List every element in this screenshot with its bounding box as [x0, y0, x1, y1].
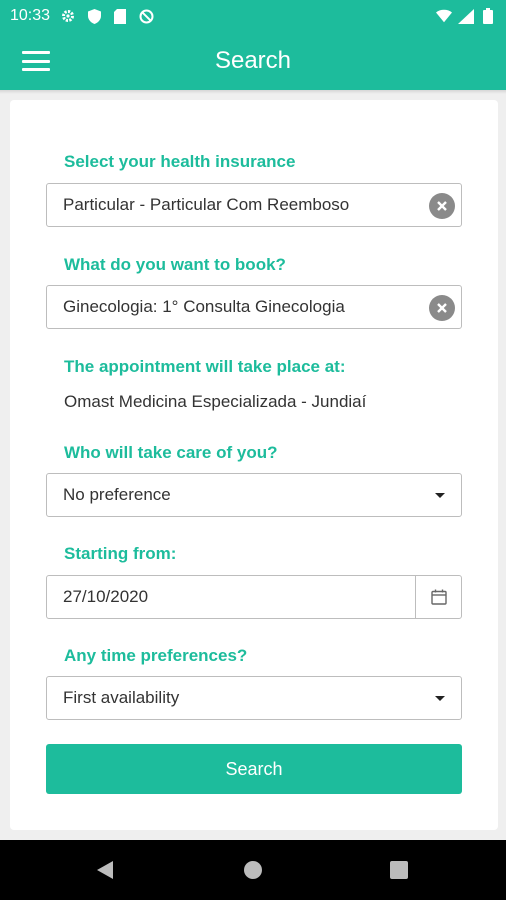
status-time: 10:33 [10, 7, 51, 24]
start-date-label: Starting from: [64, 544, 177, 563]
page-title: Search [214, 47, 292, 74]
start-date-value: 27/10/2020 [63, 587, 149, 606]
recent-apps-icon[interactable] [390, 861, 408, 879]
booking-value: Ginecologia: 1° Consulta Ginecologia [63, 297, 345, 316]
start-date-field[interactable]: 27/10/2020 [46, 575, 462, 619]
home-icon[interactable] [244, 861, 262, 879]
system-nav-bar [0, 840, 506, 900]
doctor-value: No preference [63, 485, 171, 504]
insurance-field[interactable]: Particular - Particular Com Reemboso [46, 183, 462, 227]
booking-label: What do you want to book? [64, 255, 286, 274]
status-bar: 10:33 [0, 0, 506, 32]
insurance-value: Particular - Particular Com Reemboso [63, 195, 350, 214]
app-bar-shadow [0, 90, 506, 94]
shield-icon [86, 8, 102, 24]
location-value: Omast Medicina Especializada - Jundiaí [64, 392, 367, 411]
battery-icon [480, 8, 496, 24]
time-preference-value: First availability [63, 688, 180, 707]
chevron-down-icon [435, 696, 445, 701]
time-preference-label: Any time preferences? [64, 646, 248, 665]
hamburger-menu-icon[interactable] [22, 48, 50, 74]
doctor-label: Who will take care of you? [64, 443, 278, 462]
sd-card-icon [112, 8, 128, 24]
no-disturb-icon [138, 8, 154, 24]
booking-field[interactable]: Ginecologia: 1° Consulta Ginecologia [46, 285, 462, 329]
wifi-icon [436, 8, 452, 24]
search-form-card: Select your health insurance Particular … [10, 100, 498, 830]
clear-insurance-icon[interactable] [429, 193, 455, 219]
insurance-label: Select your health insurance [64, 152, 296, 171]
back-icon[interactable] [97, 861, 113, 879]
app-bar: Search [0, 32, 506, 90]
location-label: The appointment will take place at: [64, 357, 346, 376]
calendar-icon[interactable] [415, 576, 461, 618]
time-preference-select[interactable]: First availability [46, 676, 462, 720]
clear-booking-icon[interactable] [429, 295, 455, 321]
search-button[interactable]: Search [46, 744, 462, 794]
gear-icon [60, 8, 76, 24]
doctor-select[interactable]: No preference [46, 473, 462, 517]
chevron-down-icon [435, 493, 445, 498]
signal-icon [458, 8, 474, 24]
